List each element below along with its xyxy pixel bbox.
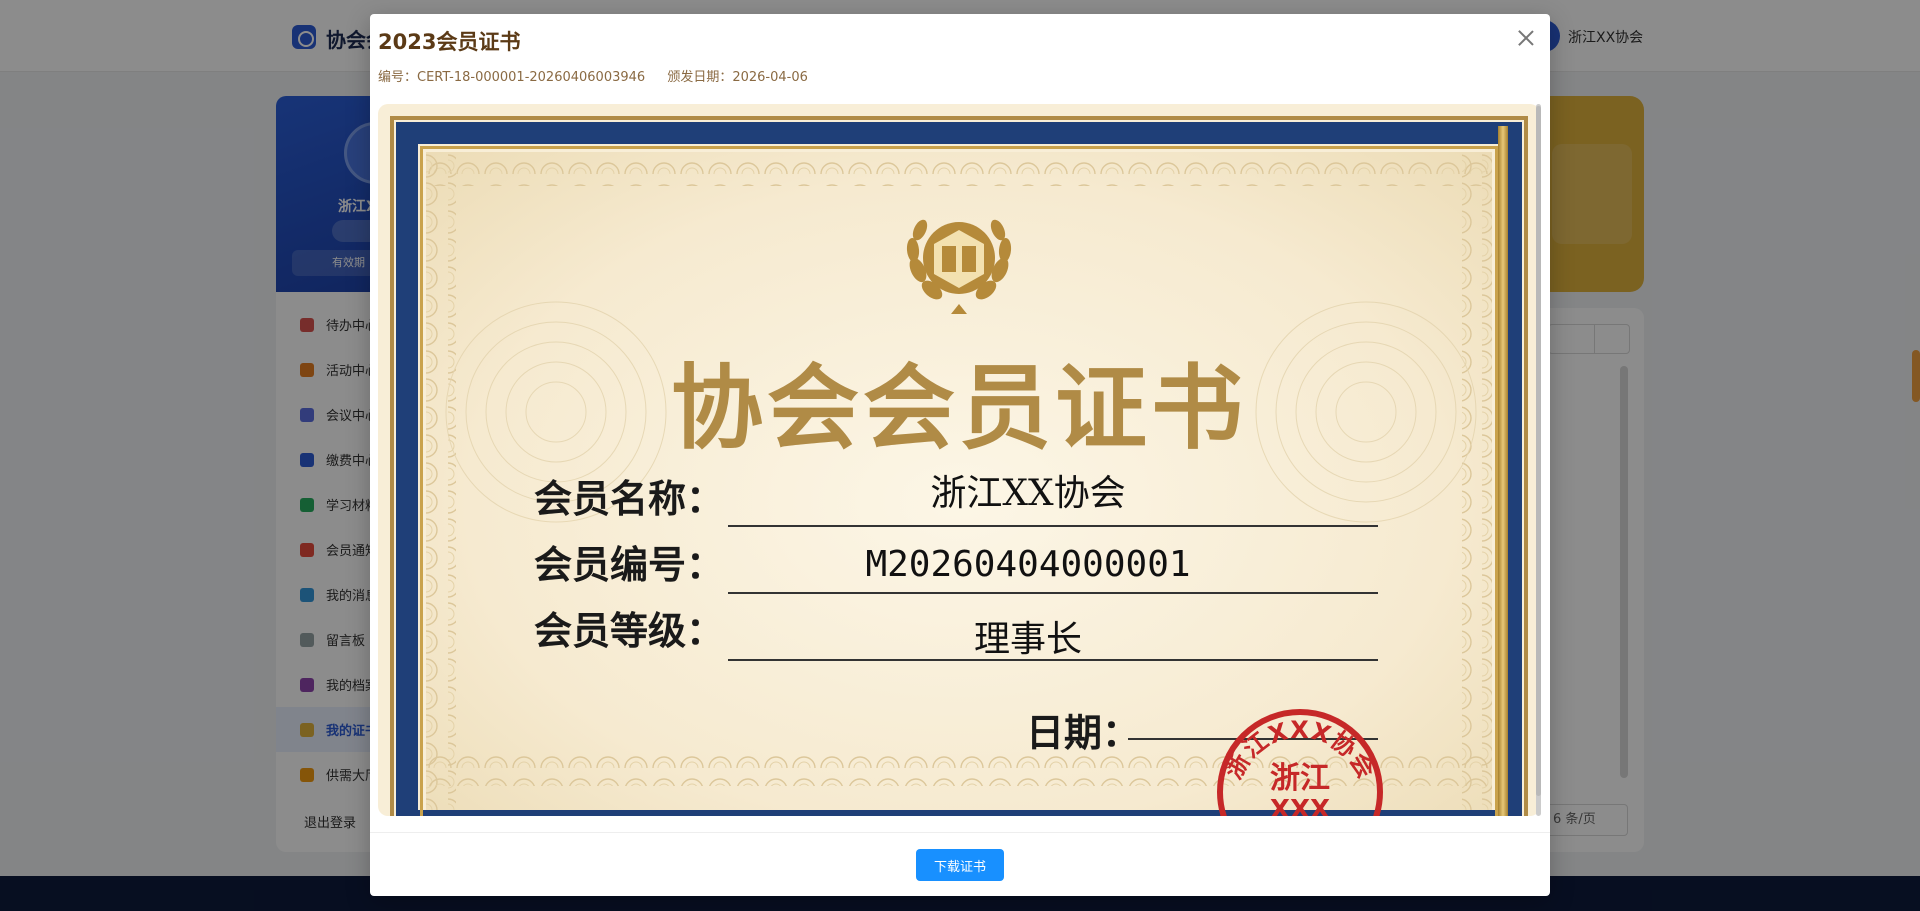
certificate-modal: 2023会员证书 编号：CERT-18-000001-2026040600394… xyxy=(370,14,1550,896)
member-name-value: 浙江XX协会 xyxy=(930,473,1126,514)
viewer-scrollbar[interactable] xyxy=(1536,106,1541,796)
modal-footer-divider xyxy=(370,832,1550,833)
svg-text:浙江: 浙江 xyxy=(1270,761,1330,796)
member-number-value: M20260404000001 xyxy=(865,544,1191,585)
member-number-line xyxy=(728,592,1378,594)
member-number-label: 会员编号： xyxy=(534,543,725,587)
member-level-value: 理事长 xyxy=(973,619,1082,660)
frame-gold-strip xyxy=(1498,126,1508,816)
certificate-meta: 编号：CERT-18-000001-20260406003946 颁发日期：20… xyxy=(378,66,808,85)
issue-date: 颁发日期：2026-04-06 xyxy=(667,70,808,85)
member-name-line xyxy=(728,525,1378,527)
cert-no: 编号：CERT-18-000001-20260406003946 xyxy=(378,70,646,85)
seal-stamp-icon: 浙江XXX协会 浙江 XXX xyxy=(1217,709,1383,816)
date-label: 日期： xyxy=(1026,711,1141,755)
member-level-label: 会员等级： xyxy=(534,609,725,653)
close-icon[interactable] xyxy=(1514,26,1538,50)
member-name-label: 会员名称： xyxy=(534,477,725,521)
download-certificate-button[interactable]: 下载证书 xyxy=(916,849,1004,881)
svg-text:XXX: XXX xyxy=(1270,795,1330,816)
modal-title: 2023会员证书 xyxy=(378,30,521,54)
certificate-heading: 协会会员证书 xyxy=(670,354,1247,462)
certificate-viewer[interactable]: 协会会员证书 会员名称： 浙江XX协会 会员编号： M2026040400000… xyxy=(378,104,1540,816)
certificate-image: 协会会员证书 会员名称： 浙江XX协会 会员编号： M2026040400000… xyxy=(378,104,1540,816)
association-emblem-icon xyxy=(906,219,1012,314)
